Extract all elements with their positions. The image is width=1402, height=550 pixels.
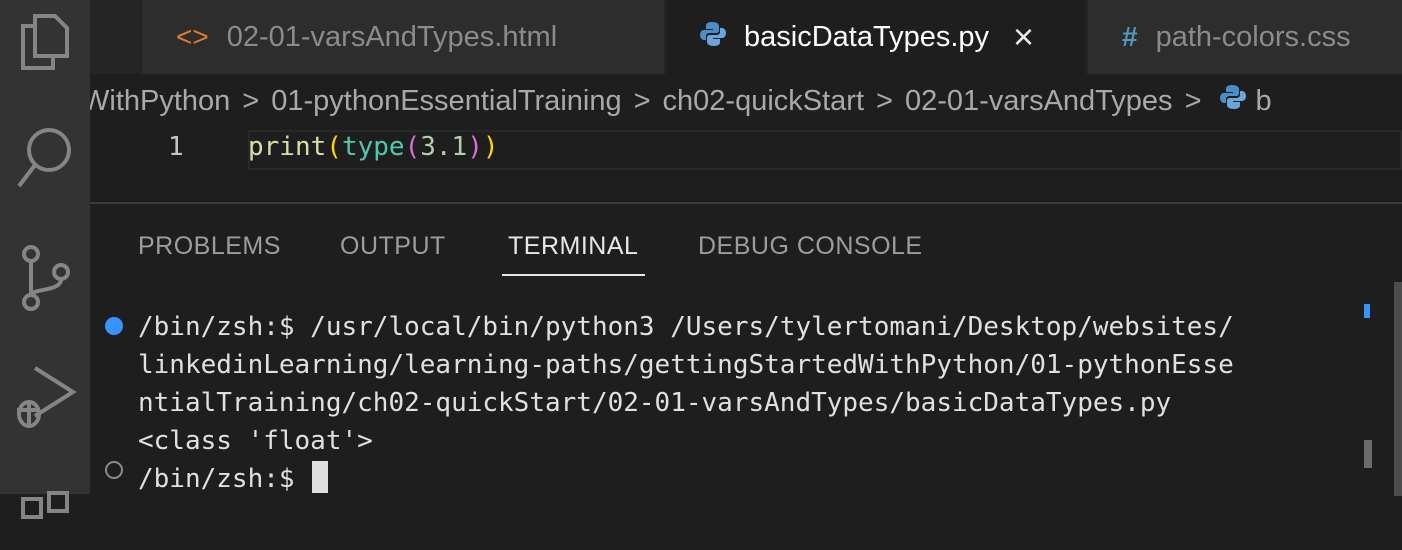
command-pending-dot (105, 461, 123, 479)
code-line[interactable]: print(type(3.1)) (248, 132, 499, 162)
tab-output[interactable]: OUTPUT (340, 232, 446, 261)
python-icon (700, 21, 726, 54)
terminal-cursor (312, 461, 329, 493)
bottom-panel: PROBLEMS OUTPUT TERMINAL DEBUG CONSOLE /… (90, 202, 1402, 496)
terminal-line: ntialTraining/ch02-quickStart/02-01-vars… (138, 388, 1172, 418)
source-control-icon[interactable] (0, 238, 90, 318)
code-token: ) (467, 132, 483, 162)
line-number: 1 (168, 132, 184, 162)
scrollbar-thumb[interactable] (1364, 440, 1372, 468)
tab-label: basicDataTypes.py (744, 20, 990, 53)
tab-terminal[interactable]: TERMINAL (508, 232, 638, 261)
activity-bar (0, 0, 90, 519)
tab-bar: <> 02-01-varsAndTypes.html basicDataType… (90, 0, 1402, 74)
html-file-icon: <> (176, 21, 209, 52)
tab-label: path-colors.css (1155, 20, 1351, 53)
breadcrumb: WithPython > 01-pythonEssentialTraining … (90, 74, 1402, 128)
tab-html-file[interactable]: <> 02-01-varsAndTypes.html (142, 0, 664, 74)
files-icon[interactable] (0, 2, 90, 82)
breadcrumb-item[interactable]: 02-01-varsAndTypes (905, 85, 1173, 118)
chevron-right-icon: > (633, 84, 651, 117)
chevron-right-icon: > (876, 84, 893, 117)
code-editor[interactable]: 1 print(type(3.1)) (90, 128, 1402, 198)
terminal-line: <class 'float'> (138, 426, 373, 456)
code-token: type (341, 132, 405, 162)
tab-label: 02-01-varsAndTypes.html (226, 20, 558, 53)
chevron-right-icon: > (1184, 84, 1202, 117)
css-file-icon: # (1122, 21, 1138, 52)
breadcrumb-item[interactable]: ch02-quickStart (663, 85, 865, 118)
terminal-line: linkedinLearning/learning-paths/gettingS… (138, 350, 1234, 380)
python-icon (1219, 84, 1246, 118)
code-token: ) (482, 132, 499, 162)
code-token: print (248, 132, 327, 162)
scrollbar-track[interactable] (1394, 282, 1402, 496)
tab-css-file[interactable]: # path-colors.css (1088, 0, 1402, 74)
tab-python-file[interactable]: basicDataTypes.py × (666, 0, 1086, 74)
terminal-prompt: /bin/zsh:$ (138, 464, 311, 494)
code-token: ( (326, 132, 342, 162)
terminal-output[interactable]: /bin/zsh:$ /usr/local/bin/python3 /Users… (138, 308, 1234, 498)
scroll-marker (1364, 304, 1370, 318)
tab-debug-console[interactable]: DEBUG CONSOLE (698, 232, 923, 261)
search-icon[interactable] (0, 118, 90, 198)
chevron-right-icon: > (242, 84, 260, 117)
breadcrumb-item[interactable]: b (1256, 85, 1272, 118)
command-success-dot (105, 317, 123, 335)
close-icon[interactable]: × (1013, 16, 1034, 58)
tab-problems[interactable]: PROBLEMS (138, 232, 281, 261)
code-token: 3.1 (420, 132, 468, 162)
extensions-icon[interactable] (0, 470, 90, 550)
run-debug-icon[interactable] (0, 356, 90, 436)
breadcrumb-item[interactable]: 01-pythonEssentialTraining (271, 85, 621, 118)
breadcrumb-item[interactable]: WithPython (90, 85, 230, 118)
active-tab-indicator (502, 274, 645, 276)
terminal-line: /bin/zsh:$ /usr/local/bin/python3 /Users… (138, 312, 1234, 342)
code-token: ( (404, 132, 421, 162)
